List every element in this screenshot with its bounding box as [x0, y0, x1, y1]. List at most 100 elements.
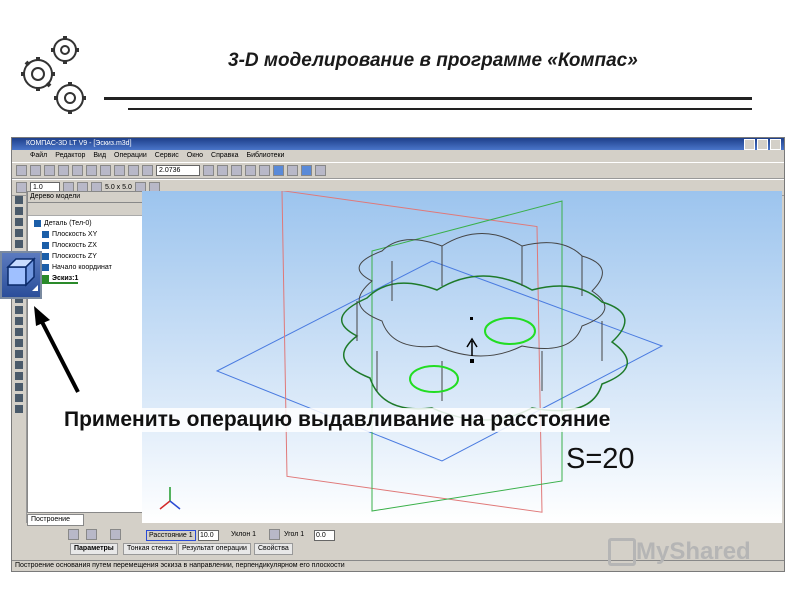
tab-build[interactable]: Построение	[27, 514, 84, 526]
zoom-out-icon[interactable]	[142, 165, 153, 176]
model-drawing	[159, 190, 664, 513]
new-file-icon[interactable]	[16, 165, 27, 176]
tool-icon[interactable]	[15, 361, 23, 369]
tool-icon[interactable]	[15, 328, 23, 336]
menu-window[interactable]: Окно	[187, 150, 203, 162]
watermark-logo-icon	[608, 538, 636, 566]
main-toolbar: 2.0736	[12, 162, 784, 179]
axis-triad	[159, 487, 181, 510]
tree-item-plane-zx[interactable]: Плоскость ZX	[42, 242, 97, 249]
sketch-origin-marker	[470, 359, 474, 363]
tool-icon[interactable]	[15, 339, 23, 347]
watermark-text: MyShared	[636, 538, 751, 565]
tool-icon[interactable]	[15, 240, 23, 248]
tool-icon[interactable]	[15, 350, 23, 358]
grid-step-label: 5.0 x 5.0	[105, 184, 132, 191]
sketch-outline	[340, 275, 629, 421]
tree-item-part[interactable]: Деталь (Тел-0)	[34, 220, 92, 227]
title-rule-top	[104, 97, 752, 100]
model-viewport[interactable]	[142, 190, 782, 523]
undo-icon[interactable]	[114, 165, 125, 176]
hole-circle-right	[484, 317, 536, 345]
menu-edit[interactable]: Редактор	[55, 150, 85, 162]
wireframe-icon[interactable]	[231, 165, 242, 176]
save-icon[interactable]	[44, 165, 55, 176]
perspective-icon[interactable]	[287, 165, 298, 176]
plane-icon	[42, 253, 49, 260]
measure-icon[interactable]	[315, 165, 326, 176]
tool-icon[interactable]	[15, 207, 23, 215]
extrude-operation-icon[interactable]	[0, 251, 42, 299]
slide-title: 3-D моделирование в программе «Компас»	[228, 50, 638, 71]
shaded-icon[interactable]	[273, 165, 284, 176]
draft-label: Уклон 1	[231, 531, 257, 538]
tool-icon[interactable]	[15, 317, 23, 325]
sketch-icon	[42, 275, 49, 282]
kompas-window: КОМПАС-3D LT V9 - [Эскиз.m3d] Файл Редак…	[11, 137, 785, 572]
line-style-icon[interactable]	[16, 182, 27, 193]
extrude-direction-arrow[interactable]	[466, 337, 478, 356]
tool-icon[interactable]	[15, 306, 23, 314]
extrusion-top-outline	[358, 233, 606, 357]
origin-point	[470, 317, 473, 320]
distance-input[interactable]: 10.0	[198, 530, 219, 541]
zoom-in-icon[interactable]	[128, 165, 139, 176]
menu-libraries[interactable]: Библиотеки	[247, 150, 285, 162]
distance-label: Расстояние 1	[146, 530, 196, 541]
tree-item-plane-zy[interactable]: Плоскость ZY	[42, 253, 97, 260]
direction-icon[interactable]	[68, 529, 79, 540]
cut-icon[interactable]	[72, 165, 83, 176]
close-button[interactable]	[770, 139, 781, 150]
plane-icon	[42, 231, 49, 238]
menu-view[interactable]: Вид	[93, 150, 106, 162]
menu-file[interactable]: Файл	[30, 150, 47, 162]
copy-icon[interactable]	[86, 165, 97, 176]
tool-icon[interactable]	[15, 196, 23, 204]
minimize-button[interactable]	[744, 139, 755, 150]
menu-service[interactable]: Сервис	[155, 150, 179, 162]
extrude-icon	[6, 257, 38, 291]
window-titlebar: КОМПАС-3D LT V9 - [Эскиз.m3d]	[12, 138, 784, 150]
depth-type-icon[interactable]	[110, 529, 121, 540]
gears-logo-icon	[21, 36, 86, 114]
rotate-icon[interactable]	[203, 165, 214, 176]
tool-icon[interactable]	[15, 383, 23, 391]
tool-icon[interactable]	[15, 229, 23, 237]
tool-icon[interactable]	[15, 372, 23, 380]
halftone-icon[interactable]	[259, 165, 270, 176]
tab-properties[interactable]: Свойства	[254, 543, 293, 555]
title-rule-bottom	[128, 108, 752, 110]
orientation-icon[interactable]	[217, 165, 228, 176]
tree-item-origin[interactable]: Начало координат	[42, 264, 112, 271]
plane-zy	[371, 200, 563, 512]
tool-icon[interactable]	[15, 405, 23, 413]
distance-value-label: S=20	[566, 443, 635, 475]
tab-thin-wall[interactable]: Тонкая стенка	[123, 543, 177, 555]
tab-parameters[interactable]: Параметры	[70, 543, 118, 555]
angle-input[interactable]: 0.0	[314, 530, 335, 541]
model-tree-panel: Дерево модели Деталь (Тел-0) Плоскость X…	[27, 191, 143, 513]
tool-icon[interactable]	[15, 394, 23, 402]
draft-direction-icon[interactable]	[269, 529, 280, 540]
method-icon[interactable]	[86, 529, 97, 540]
part-icon	[34, 220, 41, 227]
origin-icon	[42, 264, 49, 271]
tree-item-sketch[interactable]: Эскиз:1	[42, 275, 79, 284]
paste-icon[interactable]	[100, 165, 111, 176]
tab-operation-result[interactable]: Результат операции	[178, 543, 251, 555]
menu-operations[interactable]: Операции	[114, 150, 147, 162]
tool-icon[interactable]	[15, 218, 23, 226]
hole-circle-left	[409, 365, 459, 393]
section-icon[interactable]	[301, 165, 312, 176]
model-tree-title: Дерево модели	[28, 192, 142, 203]
maximize-button[interactable]	[757, 139, 768, 150]
model-tree-toolbar	[28, 203, 142, 216]
menu-help[interactable]: Справка	[211, 150, 238, 162]
angle-label: Угол 1	[284, 531, 305, 538]
tree-item-plane-xy[interactable]: Плоскость XY	[42, 231, 97, 238]
zoom-field[interactable]: 2.0736	[156, 165, 200, 176]
open-file-icon[interactable]	[30, 165, 41, 176]
print-icon[interactable]	[58, 165, 69, 176]
menu-bar: Файл Редактор Вид Операции Сервис Окно С…	[12, 150, 784, 162]
hidden-lines-icon[interactable]	[245, 165, 256, 176]
